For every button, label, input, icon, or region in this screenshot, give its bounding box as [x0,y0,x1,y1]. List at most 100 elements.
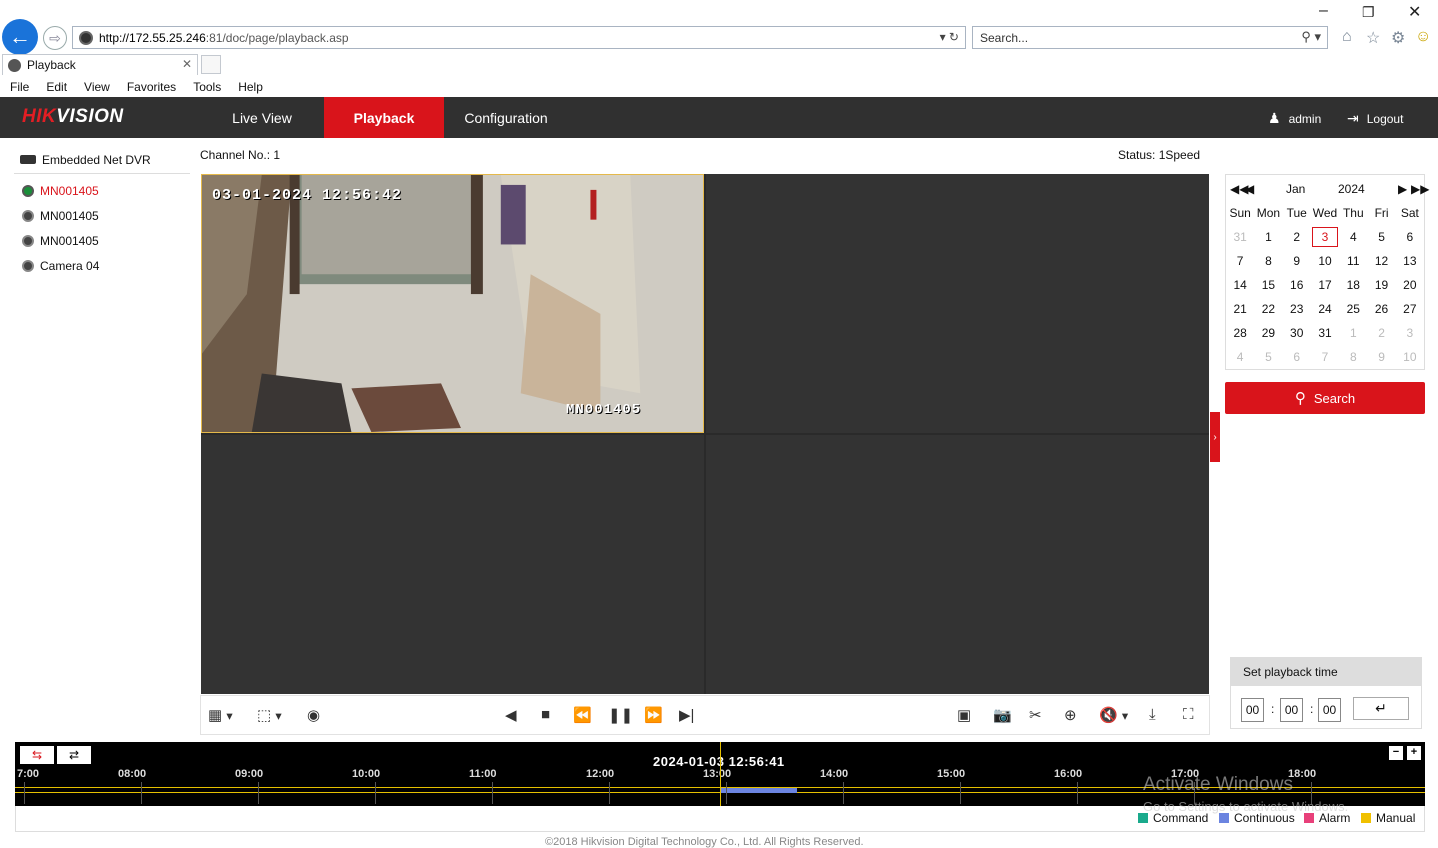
calendar-day[interactable]: 3 [1311,227,1339,247]
calendar-day[interactable]: 16 [1283,273,1311,297]
calendar-day[interactable]: 24 [1311,297,1339,321]
calendar-day[interactable]: 20 [1396,273,1424,297]
home-icon[interactable]: ⌂ [1342,28,1352,46]
slow-down-icon[interactable]: ⏪ [573,706,592,724]
calendar-month[interactable]: Jan [1286,182,1305,196]
calendar-day[interactable]: 2 [1283,225,1311,249]
nav-live-view[interactable]: Live View [200,97,324,138]
next-month-icon[interactable]: ▶ [1398,182,1407,196]
calendar-day[interactable]: 1 [1339,321,1367,345]
new-tab-button[interactable] [201,55,221,74]
logout-button[interactable]: ⇥ Logout [1347,110,1403,127]
calendar-day[interactable]: 28 [1226,321,1254,345]
calendar-day[interactable]: 11 [1339,249,1367,273]
calendar-day[interactable]: 25 [1339,297,1367,321]
calendar-day[interactable]: 6 [1396,225,1424,249]
calendar-day[interactable]: 9 [1367,345,1395,369]
calendar-day[interactable]: 26 [1367,297,1395,321]
speed-up-icon[interactable]: ⏩ [644,706,663,724]
calendar-day[interactable]: 14 [1226,273,1254,297]
video-pane-4[interactable] [706,435,1209,694]
calendar-day[interactable]: 22 [1254,297,1282,321]
address-bar[interactable]: http://172.55.25.246:81/doc/page/playbac… [72,26,966,49]
next-year-icon[interactable]: ▶▶ [1411,182,1429,196]
calendar-day[interactable]: 5 [1254,345,1282,369]
calendar-day[interactable]: 15 [1254,273,1282,297]
download-icon[interactable]: ⤓ [1149,706,1156,723]
calendar-day[interactable]: 9 [1283,249,1311,273]
camera-item[interactable]: MN001405 [14,203,190,228]
camera-item[interactable]: Camera 04 [14,253,190,278]
device-node[interactable]: Embedded Net DVR [14,146,190,174]
calendar-day[interactable]: 6 [1283,345,1311,369]
menu-tools[interactable]: Tools [193,80,221,94]
calendar-day[interactable]: 19 [1367,273,1395,297]
fullscreen-icon[interactable]: ⛶ [1183,706,1194,723]
capture-camera-icon[interactable]: 📷 [993,706,1012,724]
user-menu[interactable]: ♟ admin [1268,110,1321,127]
video-pane-3[interactable] [201,435,704,694]
minimize-icon[interactable]: – [1319,2,1328,20]
calendar-day[interactable]: 13 [1396,249,1424,273]
minute-input[interactable]: 00 [1280,698,1303,722]
calendar-day[interactable]: 18 [1339,273,1367,297]
favorites-star-icon[interactable]: ☆ [1366,28,1380,48]
zoom-in-icon[interactable]: + [1407,746,1421,760]
calendar-day[interactable]: 7 [1311,345,1339,369]
calendar-day[interactable]: 7 [1226,249,1254,273]
video-pane-2[interactable] [706,174,1209,433]
calendar-day[interactable]: 1 [1254,225,1282,249]
stop-all-icon[interactable]: ▣ [957,706,971,724]
calendar-day[interactable]: 3 [1396,321,1424,345]
calendar-day[interactable]: 10 [1311,249,1339,273]
calendar-day[interactable]: 17 [1311,273,1339,297]
calendar-day[interactable]: 4 [1339,225,1367,249]
smiley-icon[interactable]: ☺ [1415,28,1431,46]
calendar-day[interactable]: 21 [1226,297,1254,321]
calendar-day[interactable]: 12 [1367,249,1395,273]
camera-item[interactable]: MN001405 [14,178,190,203]
zoom-out-icon[interactable]: − [1389,746,1403,760]
calendar-day[interactable]: 31 [1226,225,1254,249]
calendar-day[interactable]: 27 [1396,297,1424,321]
panel-toggle-chevron-icon[interactable]: › [1210,412,1220,462]
calendar-day[interactable]: 30 [1283,321,1311,345]
second-input[interactable]: 00 [1318,698,1341,722]
calendar-day[interactable]: 8 [1339,345,1367,369]
hour-input[interactable]: 00 [1241,698,1264,722]
calendar-day[interactable]: 29 [1254,321,1282,345]
calendar-day[interactable]: 5 [1367,225,1395,249]
window-layout-icon[interactable]: ▦ ▾ [208,706,233,724]
browser-search-input[interactable]: Search... ⚲ ▾ [972,26,1328,49]
calendar-day[interactable]: 8 [1254,249,1282,273]
calendar-day[interactable]: 4 [1226,345,1254,369]
single-frame-icon[interactable]: ▶| [679,706,694,724]
refresh-icon[interactable]: ▾ ↻ [940,30,959,44]
nav-playback[interactable]: Playback [324,97,444,138]
audio-mute-icon[interactable]: 🔇 ▾ [1099,706,1128,724]
calendar-day[interactable]: 2 [1367,321,1395,345]
timeline-adjust-icon[interactable]: ⇄ [57,746,91,764]
settings-gear-icon[interactable]: ⚙ [1391,28,1405,48]
menu-favorites[interactable]: Favorites [127,80,176,94]
reverse-play-icon[interactable]: ◀ [505,706,517,724]
menu-help[interactable]: Help [238,80,263,94]
calendar-day[interactable]: 31 [1311,321,1339,345]
close-icon[interactable]: ✕ [1408,2,1421,22]
digital-zoom-icon[interactable]: ⊕ [1064,706,1077,724]
tab-close-icon[interactable]: ✕ [182,57,192,71]
menu-view[interactable]: View [84,80,110,94]
window-select-icon[interactable]: ⬚ ▾ [257,706,282,724]
search-icon[interactable]: ⚲ ▾ [1301,29,1321,45]
stop-icon[interactable]: ■ [541,706,550,723]
restore-icon[interactable]: ❐ [1362,4,1375,21]
fisheye-icon[interactable]: ◉ [307,706,320,724]
clip-scissors-icon[interactable]: ✂ [1029,706,1042,724]
menu-file[interactable]: File [10,80,29,94]
timeline-sync-icon[interactable]: ⇆ [20,746,54,764]
browser-tab[interactable]: Playback ✕ [2,54,198,75]
video-pane-1[interactable]: 03-01-2024 12:56:42 MN001405 [201,174,704,433]
continuous-recording-segment[interactable] [720,788,797,793]
calendar-day[interactable]: 10 [1396,345,1424,369]
timeline-cursor[interactable] [720,742,721,806]
